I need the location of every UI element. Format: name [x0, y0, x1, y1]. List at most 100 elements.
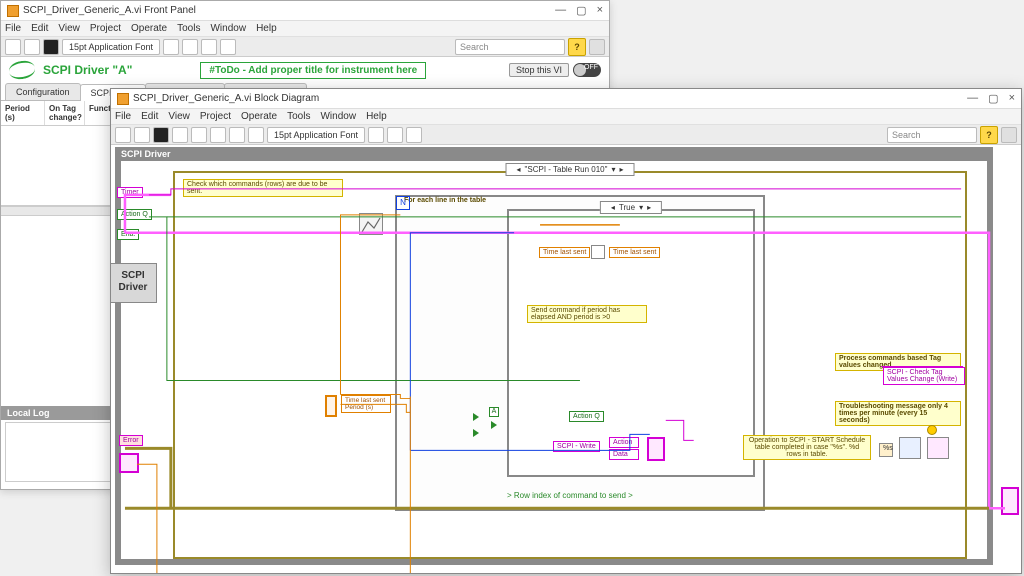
- window-controls[interactable]: — ▢ ×: [967, 92, 1015, 105]
- output-bundle-node[interactable]: [1001, 487, 1019, 515]
- case-selector-outer[interactable]: ◂ "SCPI - Table Run 010" ▾ ▸: [506, 163, 635, 176]
- node-time-last-sent-in[interactable]: Time last sent: [539, 247, 590, 258]
- cluster-unbundle-node[interactable]: [119, 453, 139, 473]
- step-out-button[interactable]: [248, 127, 264, 143]
- close-icon[interactable]: ×: [597, 4, 603, 17]
- menu-operate[interactable]: Operate: [241, 111, 277, 122]
- menu-edit[interactable]: Edit: [31, 23, 48, 34]
- bd-canvas[interactable]: SCPI Driver ◂ "SCPI - Table Run 010" ▾ ▸…: [111, 145, 1021, 573]
- struct-scpi-driver[interactable]: SCPI Driver ◂ "SCPI - Table Run 010" ▾ ▸…: [115, 147, 993, 565]
- subvi-node-2[interactable]: [927, 437, 949, 459]
- icon-connector[interactable]: [1001, 127, 1017, 143]
- menu-view[interactable]: View: [168, 111, 190, 122]
- unbundle-node[interactable]: [325, 395, 337, 417]
- node-ena[interactable]: Ena.: [117, 229, 139, 240]
- node-timer[interactable]: Timer: [117, 187, 143, 198]
- fp-titlebar[interactable]: SCPI_Driver_Generic_A.vi Front Panel — ▢…: [1, 1, 609, 21]
- compare-gt-node[interactable]: [473, 413, 479, 421]
- maximize-icon[interactable]: ▢: [576, 4, 586, 17]
- run-continuous-button[interactable]: [134, 127, 150, 143]
- highlight-exec-button[interactable]: [172, 127, 188, 143]
- picture-indicator[interactable]: [359, 213, 383, 235]
- subvi-node-1[interactable]: [899, 437, 921, 459]
- chevron-left-icon[interactable]: ◂: [517, 165, 521, 174]
- minimize-icon[interactable]: —: [555, 4, 566, 17]
- node-time-last-sent-out[interactable]: Time last sent: [609, 247, 660, 258]
- node-action-q-inner[interactable]: Action Q: [569, 411, 604, 422]
- comment-op-start: Operation to SCPI - START Schedule table…: [743, 435, 871, 460]
- chevron-right-icon[interactable]: ▸: [619, 165, 623, 174]
- chevron-left-icon[interactable]: ◂: [611, 203, 615, 212]
- menu-file[interactable]: File: [115, 111, 131, 122]
- stop-vi-button[interactable]: Stop this VI: [509, 63, 569, 77]
- node-action[interactable]: Action: [609, 437, 639, 448]
- menu-window[interactable]: Window: [210, 23, 246, 34]
- step-over-button[interactable]: [229, 127, 245, 143]
- font-selector[interactable]: 15pt Application Font: [267, 127, 365, 143]
- node-scpi-write[interactable]: SCPI - Write: [553, 441, 600, 452]
- menu-tools[interactable]: Tools: [287, 111, 310, 122]
- bd-titlebar[interactable]: SCPI_Driver_Generic_A.vi Block Diagram —…: [111, 89, 1021, 109]
- case-selector-inner[interactable]: ◂ True ▾ ▸: [600, 201, 662, 214]
- n-terminal[interactable]: N: [396, 196, 410, 210]
- for-loop[interactable]: For each line in the table N ◂ True ▾ ▸ …: [395, 195, 765, 511]
- off-toggle[interactable]: [573, 63, 601, 77]
- todo-label: #ToDo - Add proper title for instrument …: [200, 62, 426, 79]
- icon-connector[interactable]: [589, 39, 605, 55]
- node-check-tags[interactable]: SCPI - Check Tag Values Change (Write): [883, 367, 965, 385]
- cleanup-button[interactable]: [406, 127, 422, 143]
- window-controls[interactable]: — ▢ ×: [555, 4, 603, 17]
- run-continuous-button[interactable]: [24, 39, 40, 55]
- node-a[interactable]: A: [489, 407, 499, 417]
- resize-button[interactable]: [201, 39, 217, 55]
- search-input[interactable]: Search: [455, 39, 565, 55]
- menu-project[interactable]: Project: [90, 23, 121, 34]
- help-icon[interactable]: ?: [568, 38, 586, 56]
- node-scpi-driver-icon[interactable]: SCPIDriver: [111, 263, 157, 303]
- node-time-period-cluster[interactable]: Time last sent Period (s): [341, 395, 391, 413]
- search-input[interactable]: Search: [887, 127, 977, 143]
- chevron-down-icon[interactable]: ▾: [639, 203, 643, 212]
- align-button[interactable]: [163, 39, 179, 55]
- chevron-right-icon[interactable]: ▸: [647, 203, 651, 212]
- node-data[interactable]: Data: [609, 449, 639, 460]
- led-icon: [927, 425, 937, 435]
- chevron-down-icon[interactable]: ▾: [611, 165, 615, 174]
- reorder-button[interactable]: [220, 39, 236, 55]
- compare-ge-node[interactable]: [473, 429, 479, 437]
- retain-wires-button[interactable]: [191, 127, 207, 143]
- replace-array-node[interactable]: [591, 245, 605, 259]
- bundle-node[interactable]: [647, 437, 665, 461]
- fp-menubar[interactable]: File Edit View Project Operate Tools Win…: [1, 21, 609, 37]
- distribute-button[interactable]: [182, 39, 198, 55]
- node-action-q[interactable]: Action Q: [117, 209, 152, 220]
- menu-tools[interactable]: Tools: [177, 23, 200, 34]
- menu-help[interactable]: Help: [366, 111, 387, 122]
- case-structure-outer[interactable]: ◂ "SCPI - Table Run 010" ▾ ▸ Check which…: [173, 171, 967, 559]
- tab-configuration[interactable]: Configuration: [5, 83, 81, 100]
- minimize-icon[interactable]: —: [967, 92, 978, 105]
- step-into-button[interactable]: [210, 127, 226, 143]
- help-icon[interactable]: ?: [980, 126, 998, 144]
- menu-edit[interactable]: Edit: [141, 111, 158, 122]
- run-button[interactable]: [115, 127, 131, 143]
- menu-help[interactable]: Help: [256, 23, 277, 34]
- menu-window[interactable]: Window: [320, 111, 356, 122]
- case-structure-inner[interactable]: ◂ True ▾ ▸ Time last sent Time last sent…: [507, 209, 755, 477]
- maximize-icon[interactable]: ▢: [988, 92, 998, 105]
- and-node[interactable]: [491, 421, 497, 429]
- format-string-node[interactable]: %s: [879, 443, 893, 457]
- bd-menubar[interactable]: File Edit View Project Operate Tools Win…: [111, 109, 1021, 125]
- font-selector[interactable]: 15pt Application Font: [62, 39, 160, 55]
- node-error[interactable]: Error: [119, 435, 143, 446]
- pause-button[interactable]: [153, 127, 169, 143]
- menu-view[interactable]: View: [58, 23, 80, 34]
- menu-operate[interactable]: Operate: [131, 23, 167, 34]
- pause-button[interactable]: [43, 39, 59, 55]
- distribute-button[interactable]: [387, 127, 403, 143]
- close-icon[interactable]: ×: [1009, 92, 1015, 105]
- menu-file[interactable]: File: [5, 23, 21, 34]
- align-button[interactable]: [368, 127, 384, 143]
- menu-project[interactable]: Project: [200, 111, 231, 122]
- run-button[interactable]: [5, 39, 21, 55]
